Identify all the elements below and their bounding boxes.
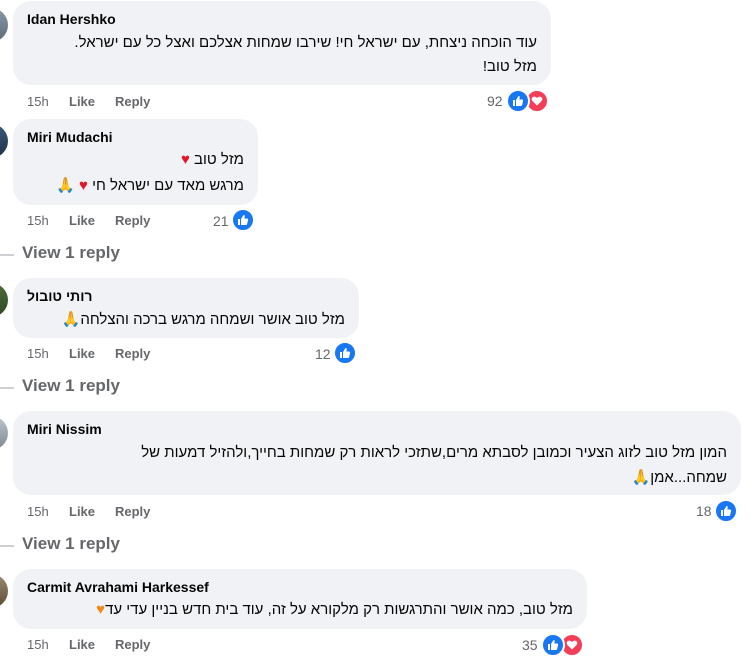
thread-line [0,254,14,256]
like-icon[interactable] [541,633,565,657]
like-icon[interactable] [333,341,357,365]
like-button[interactable]: Like [69,346,95,361]
reaction-count[interactable]: 92 [487,93,503,109]
reaction-count[interactable]: 18 [696,503,712,519]
avatar[interactable] [0,124,8,158]
reply-button[interactable]: Reply [115,504,150,519]
orange-heart-emoji: ♥ [96,601,106,618]
like-icon[interactable] [231,208,255,232]
reaction-count[interactable]: 21 [213,213,229,229]
reaction-count[interactable]: 35 [522,637,538,653]
comment-text-line: עוד הוכחה ניצחת, עם ישראל חי! שירבו שמחו… [74,34,537,51]
comment-author[interactable]: Miri Mudachi [27,129,113,145]
like-icon[interactable] [506,89,530,113]
thread-line [0,545,14,547]
reply-button[interactable]: Reply [115,637,150,652]
reply-button[interactable]: Reply [115,346,150,361]
timestamp[interactable]: 15h [27,94,49,109]
avatar[interactable] [0,574,8,608]
comment-bubble: Idan Hershko עוד הוכחה ניצחת, עם ישראל ח… [13,1,551,85]
comment-bubble: רותי טובול מזל טוב אושר ושמחה מרגש ברכה … [13,278,359,338]
red-heart-emoji: ♥ [79,177,88,194]
timestamp[interactable]: 15h [27,346,49,361]
folded-hands-emoji: 🙏 [631,469,651,486]
like-button[interactable]: Like [69,504,95,519]
like-button[interactable]: Like [69,94,95,109]
comment-author[interactable]: Miri Nissim [27,421,102,437]
timestamp[interactable]: 15h [27,637,49,652]
timestamp[interactable]: 15h [27,504,49,519]
comment-author[interactable]: Idan Hershko [27,11,116,27]
comment-text-line: מזל טוב! [482,58,537,75]
like-icon[interactable] [714,499,738,523]
reply-button[interactable]: Reply [115,94,150,109]
comment-text-line: מזל טוב, כמה אושר והתרגשות רק מלקורא על … [96,601,573,618]
like-button[interactable]: Like [69,213,95,228]
comment-author[interactable]: Carmit Avrahami Harkessef [27,579,209,595]
folded-hands-emoji: 🙏 [61,311,81,328]
comment-bubble: Carmit Avrahami Harkessef מזל טוב, כמה א… [13,569,587,629]
reaction-count[interactable]: 12 [315,346,331,362]
comment-text-line: המון מזל טוב לזוג הצעיר וכמובן לסבתא מרי… [141,444,727,461]
red-heart-emoji: ♥ [180,151,190,168]
avatar[interactable] [0,283,8,317]
comment-bubble: Miri Mudachi מזל טוב ♥ מרגש מאד עם ישראל… [13,119,258,205]
folded-hands-emoji: 🙏 [56,177,80,194]
thread-line [0,387,14,389]
reply-button[interactable]: Reply [115,213,150,228]
comment-text-line: שמחה...אמן🙏 [631,469,727,486]
like-button[interactable]: Like [69,637,95,652]
avatar[interactable] [0,8,8,42]
comment-text-line: מזל טוב ♥ [180,151,244,168]
comment-author[interactable]: רותי טובול [27,288,93,304]
comment-bubble: Miri Nissim המון מזל טוב לזוג הצעיר וכמו… [13,411,741,495]
comment-text-line: מזל טוב אושר ושמחה מרגש ברכה והצלחה🙏 [61,311,345,328]
comment-text-line: מרגש מאד עם ישראל חי ♥ 🙏 [56,177,244,194]
avatar[interactable] [0,416,8,450]
timestamp[interactable]: 15h [27,213,49,228]
